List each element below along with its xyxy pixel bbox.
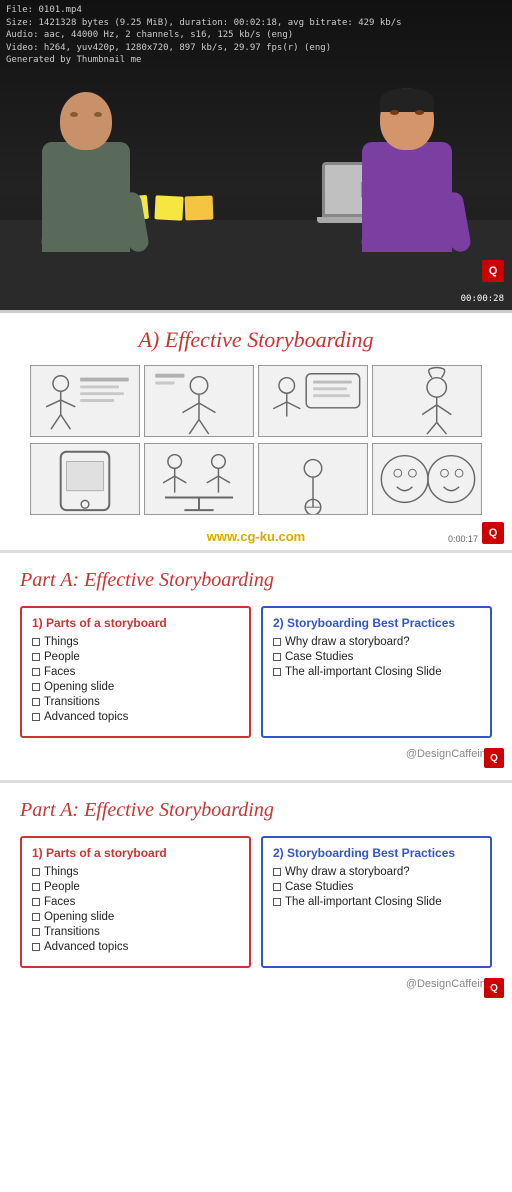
- slide-watermark-badge: Q: [482, 522, 504, 544]
- bullet-icon: [32, 653, 40, 661]
- list-item: Why draw a storyboard?: [273, 636, 480, 648]
- slide-timestamp: 0:00:17: [448, 534, 478, 544]
- list-item: Why draw a storyboard?: [273, 866, 480, 878]
- storyboard-frame-4: [372, 365, 482, 437]
- bullet-icon: [32, 913, 40, 921]
- list-item: People: [32, 651, 239, 663]
- panel-2-footer: @DesignCaffeine: [20, 978, 492, 990]
- col-left-heading: 1) Parts of a storyboard: [32, 616, 239, 630]
- list-item: Advanced topics: [32, 711, 239, 723]
- bullet-icon: [273, 868, 281, 876]
- person-left: [60, 92, 130, 252]
- storyboard-frame-7: [258, 443, 368, 515]
- panel-1-footer: @DesignCaffeine: [20, 748, 492, 760]
- list-item: Transitions: [32, 926, 239, 938]
- slide-a-section: A) Effective Storyboarding: [0, 310, 512, 550]
- panel-2-col-right: 2) Storyboarding Best Practices Why draw…: [261, 836, 492, 968]
- list-item: Things: [32, 636, 239, 648]
- list-item: Advanced topics: [32, 941, 239, 953]
- panel-1-col-right: 2) Storyboarding Best Practices Why draw…: [261, 606, 492, 738]
- content-panel-2: Part A: Effective Storyboarding 1) Parts…: [0, 780, 512, 1010]
- list-item: The all-important Closing Slide: [273, 666, 480, 678]
- list-item: Transitions: [32, 696, 239, 708]
- video-thumbnail:  File: 0101.mp4 Size: 1421328 bytes (9.…: [0, 0, 512, 310]
- video-timestamp: 00:00:28: [461, 294, 504, 304]
- bullet-icon: [273, 638, 281, 646]
- list-item: The all-important Closing Slide: [273, 896, 480, 908]
- panel-1-columns: 1) Parts of a storyboard Things People F…: [20, 606, 492, 738]
- storyboard-frame-3: [258, 365, 368, 437]
- video-watermark-badge: Q: [482, 260, 504, 282]
- bullet-icon: [32, 943, 40, 951]
- col2-left-heading: 1) Parts of a storyboard: [32, 846, 239, 860]
- list-item: Opening slide: [32, 911, 239, 923]
- bullet-icon: [32, 928, 40, 936]
- list-item: Opening slide: [32, 681, 239, 693]
- storyboard-frame-2: [144, 365, 254, 437]
- panel-2-credit: @DesignCaffeine: [406, 978, 492, 990]
- list-item: Things: [32, 866, 239, 878]
- bullet-icon: [273, 668, 281, 676]
- storyboard-frame-5: [30, 443, 140, 515]
- list-item: Case Studies: [273, 881, 480, 893]
- list-item: People: [32, 881, 239, 893]
- panel-2-watermark: Q: [484, 978, 504, 998]
- panel-2-title: Part A: Effective Storyboarding: [20, 799, 492, 822]
- panel-1-watermark: Q: [484, 748, 504, 768]
- bullet-icon: [32, 898, 40, 906]
- bullet-icon: [32, 683, 40, 691]
- list-item: Faces: [32, 666, 239, 678]
- storyboard-images: [0, 361, 512, 525]
- panel-1-title: Part A: Effective Storyboarding: [20, 569, 492, 592]
- bullet-icon: [32, 713, 40, 721]
- col-right-heading: 2) Storyboarding Best Practices: [273, 616, 480, 630]
- slide-a-title: A) Effective Storyboarding: [138, 327, 373, 352]
- bullet-icon: [32, 698, 40, 706]
- storyboard-frame-1: [30, 365, 140, 437]
- bullet-icon: [32, 868, 40, 876]
- col2-right-heading: 2) Storyboarding Best Practices: [273, 846, 480, 860]
- bullet-icon: [273, 883, 281, 891]
- panel-1-credit: @DesignCaffeine: [406, 748, 492, 760]
- panel-2-columns: 1) Parts of a storyboard Things People F…: [20, 836, 492, 968]
- panel-1-col-left: 1) Parts of a storyboard Things People F…: [20, 606, 251, 738]
- bullet-icon: [32, 883, 40, 891]
- bullet-icon: [32, 668, 40, 676]
- bullet-icon: [32, 638, 40, 646]
- panel-2-col-left: 1) Parts of a storyboard Things People F…: [20, 836, 251, 968]
- video-metadata: File: 0101.mp4 Size: 1421328 bytes (9.25…: [6, 4, 402, 67]
- content-panel-1: Part A: Effective Storyboarding 1) Parts…: [0, 550, 512, 780]
- list-item: Faces: [32, 896, 239, 908]
- bullet-icon: [273, 653, 281, 661]
- url-overlay: www.cg-ku.com: [0, 525, 512, 550]
- list-item: Case Studies: [273, 651, 480, 663]
- bullet-icon: [273, 898, 281, 906]
- storyboard-frame-6: [144, 443, 254, 515]
- person-right: [380, 88, 452, 252]
- storyboard-frame-8: [372, 443, 482, 515]
